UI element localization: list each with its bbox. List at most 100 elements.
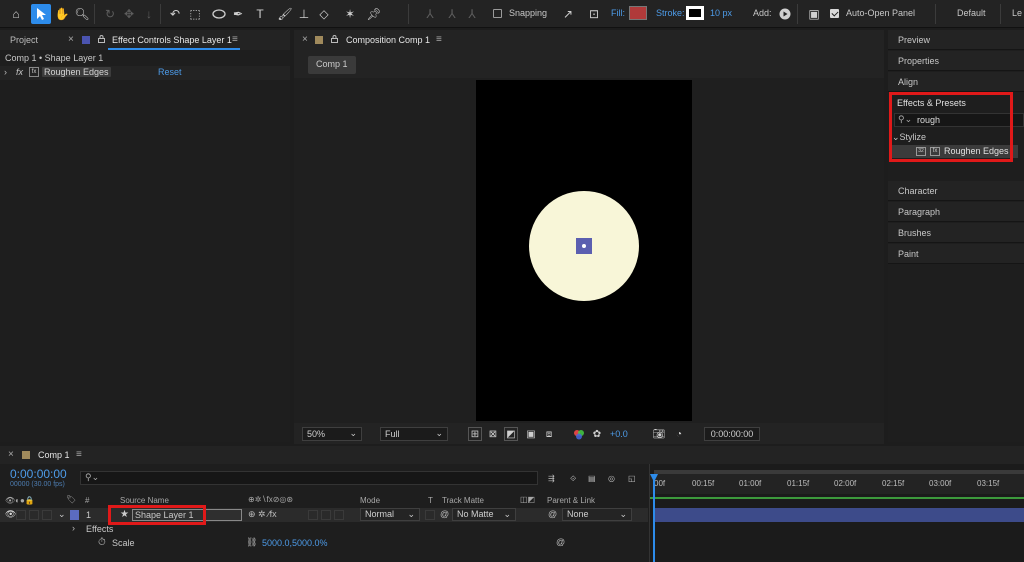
resolution-dropdown[interactable]: Full ⌄ — [380, 427, 448, 441]
draft-3d-icon[interactable]: ⟐ — [570, 474, 576, 484]
effect-row-roughen-edges[interactable]: › fx fx Roughen Edges Reset — [0, 66, 290, 80]
clone-stamp-tool-icon[interactable]: ⊥ — [294, 4, 314, 24]
eraser-tool-icon[interactable]: ◇ — [314, 4, 334, 24]
snapping-checkbox[interactable] — [493, 9, 502, 18]
ellipse-tool-icon[interactable] — [209, 4, 229, 24]
snapshot-camera-icon[interactable]: 📷︎ — [652, 427, 666, 441]
auto-open-checkbox[interactable] — [830, 9, 839, 18]
lock-icon[interactable] — [331, 35, 338, 43]
stroke-label[interactable]: Stroke: — [656, 8, 685, 18]
channels-icon[interactable] — [572, 427, 586, 441]
panel-align[interactable]: Align — [888, 72, 1024, 92]
fill-swatch[interactable] — [629, 6, 647, 20]
current-time-indicator[interactable] — [653, 474, 655, 562]
mode-dropdown[interactable]: Normal ⌄ — [360, 508, 420, 521]
comp-viewer[interactable] — [294, 78, 884, 423]
snap-edge-icon[interactable]: ↗ — [558, 4, 578, 24]
panel-paragraph[interactable]: Paragraph — [888, 202, 1024, 222]
zoom-dropdown[interactable]: 50% ⌄ — [302, 427, 362, 441]
preserve-transparency-toggle[interactable] — [425, 510, 435, 520]
roto-brush-tool-icon[interactable]: ✶ — [340, 4, 360, 24]
pen-tool-icon[interactable]: ✒ — [228, 4, 248, 24]
mask-visibility-icon[interactable]: ◩ — [504, 427, 518, 441]
world-axis-icon[interactable]: ⅄ — [442, 4, 462, 24]
comp-flowchart-icon[interactable]: ⇶ — [548, 474, 555, 483]
lock-icon[interactable] — [98, 35, 105, 43]
transparency-grid-icon[interactable]: ⊠ — [486, 427, 500, 441]
comp-subtab[interactable]: Comp 1 — [308, 56, 356, 74]
orbit-camera-icon[interactable]: ↻ — [100, 4, 120, 24]
motion-blur-icon[interactable]: ◎ — [608, 474, 615, 483]
view-axis-icon[interactable]: ⅄ — [462, 4, 482, 24]
tab-timeline-comp1[interactable]: Comp 1 — [38, 450, 70, 460]
layer-label-color[interactable] — [70, 510, 79, 520]
switch-box[interactable] — [334, 510, 344, 520]
graph-editor-icon[interactable]: ◱ — [628, 474, 636, 483]
tool-panel-icon[interactable]: ▣ — [804, 4, 824, 24]
layer-duration-bar[interactable] — [654, 508, 1024, 522]
workspace-default[interactable]: Default — [957, 8, 986, 18]
track-matte-dropdown[interactable]: No Matte ⌄ — [452, 508, 516, 521]
pickwhip-icon[interactable]: @ — [440, 509, 449, 519]
type-tool-icon[interactable]: T — [250, 4, 270, 24]
timeline-track-area[interactable]: 00f 00:15f 01:00f 01:15f 02:00f 02:15f 0… — [649, 464, 1024, 562]
region-of-interest-icon[interactable]: ⊞ — [468, 427, 482, 441]
stroke-width-value[interactable]: 10 px — [710, 8, 732, 18]
parent-pickwhip-icon[interactable]: @ — [548, 509, 557, 519]
close-icon[interactable]: × — [68, 34, 74, 45]
workspace-more[interactable]: Le — [1012, 8, 1022, 18]
switch-box[interactable] — [308, 510, 318, 520]
stroke-swatch[interactable] — [686, 6, 704, 20]
anchor-point-tool-icon[interactable]: ⬚ — [185, 4, 205, 24]
shy-layers-icon[interactable]: ▤ — [588, 474, 596, 483]
local-axis-icon[interactable]: ⅄ — [420, 4, 440, 24]
time-ruler[interactable]: 00f 00:15f 01:00f 01:15f 02:00f 02:15f 0… — [650, 474, 1024, 494]
panel-brushes[interactable]: Brushes — [888, 223, 1024, 243]
pan-camera-icon[interactable]: ✥ — [119, 4, 139, 24]
tab-project[interactable]: Project — [10, 35, 38, 45]
layer-switches-icons[interactable]: ⊕ ✲ ∕fx — [248, 509, 277, 520]
audio-toggle[interactable] — [29, 510, 39, 520]
panel-menu-icon[interactable]: ≡ — [76, 449, 82, 460]
reset-link[interactable]: Reset — [158, 67, 182, 77]
constrain-proportions-icon[interactable]: ⛓︎ — [246, 537, 257, 548]
dolly-camera-icon[interactable]: ↓ — [139, 4, 159, 24]
shape-layer-render[interactable] — [476, 80, 692, 421]
tab-effect-controls[interactable]: Effect Controls Shape Layer 1 — [112, 35, 232, 45]
exposure-value[interactable]: +0.0 — [610, 429, 628, 439]
stopwatch-icon[interactable]: ⏱︎ — [98, 537, 106, 548]
solo-toggle[interactable] — [16, 510, 26, 520]
scale-value[interactable]: 5000.0,5000.0% — [262, 538, 328, 548]
snap-point-icon[interactable]: ⊡ — [584, 4, 604, 24]
panel-menu-icon[interactable]: ≡ — [436, 34, 442, 45]
puppet-tool-icon[interactable]: 📌︎ — [364, 4, 384, 24]
panel-paint[interactable]: Paint — [888, 244, 1024, 264]
panel-preview[interactable]: Preview — [888, 30, 1024, 50]
home-icon[interactable]: ⌂ — [6, 4, 26, 24]
3d-view-icon[interactable]: ⧈ — [542, 427, 556, 441]
timeline-search-input[interactable]: ⚲⌄ — [80, 471, 538, 485]
layer-scale-row[interactable]: ⏱︎ Scale ⛓︎ 5000.0,5000.0% @ — [0, 537, 648, 550]
fx-toggle[interactable]: fx — [16, 67, 23, 77]
panel-menu-icon[interactable]: ≡ — [232, 34, 238, 45]
chevron-down-icon[interactable]: ⌄ — [58, 509, 66, 520]
add-play-icon[interactable] — [775, 4, 795, 24]
expand-arrow-icon[interactable]: › — [4, 67, 7, 77]
panel-character[interactable]: Character — [888, 181, 1024, 201]
layer-effects-row[interactable]: › Effects — [0, 523, 648, 536]
color-management-icon[interactable]: ✿ — [590, 427, 604, 441]
zoom-tool-icon[interactable]: 🔍︎ — [72, 4, 92, 24]
expression-pickwhip-icon[interactable]: @ — [556, 537, 565, 547]
selection-tool-icon[interactable] — [31, 4, 51, 24]
guides-icon[interactable]: ▣ — [524, 427, 538, 441]
parent-dropdown[interactable]: None ⌄ — [562, 508, 632, 521]
brush-tool-icon[interactable]: 🖌︎ — [275, 4, 295, 24]
layer-row-1[interactable]: 👁︎ ⌄ 1 ★ Shape Layer 1 ⊕ ✲ ∕fx Normal ⌄ @… — [0, 508, 648, 522]
panel-properties[interactable]: Properties — [888, 51, 1024, 71]
lock-toggle[interactable] — [42, 510, 52, 520]
col-source-name[interactable]: Source Name — [120, 496, 169, 505]
tab-composition[interactable]: Composition Comp 1 — [346, 35, 430, 45]
hand-tool-icon[interactable]: ✋ — [52, 4, 72, 24]
expand-arrow-icon[interactable]: › — [72, 523, 75, 533]
comp-canvas[interactable] — [476, 80, 692, 421]
